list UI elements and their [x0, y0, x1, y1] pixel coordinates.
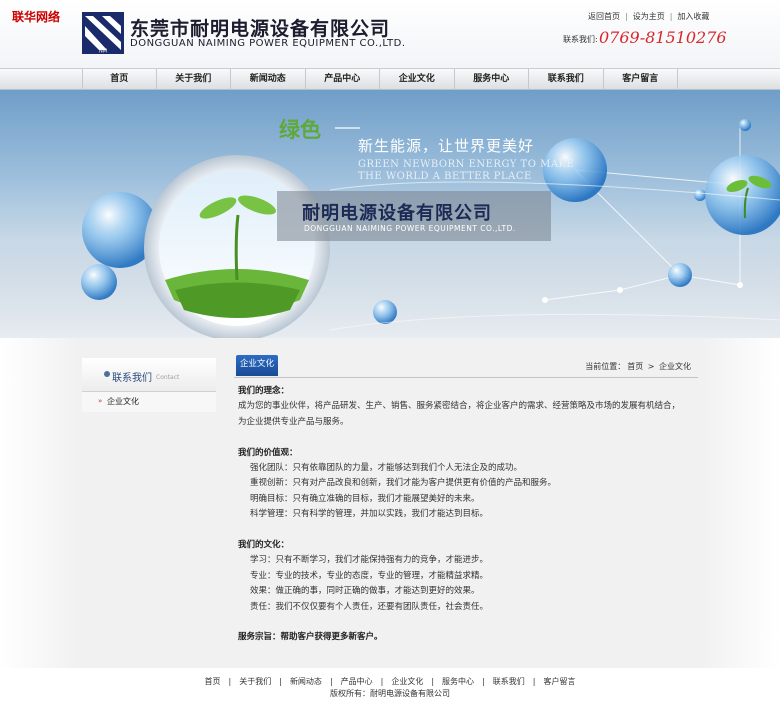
article-value-item: 科学管理：只有科学的管理，并加以实践，我们才能达到目标。: [250, 509, 489, 520]
main-nav: 首页 关于我们 新闻动态 产品中心 企业文化 服务中心 联系我们 客户留言: [0, 68, 780, 91]
add-favorite-link[interactable]: 加入收藏: [677, 12, 709, 21]
breadcrumb-label: 当前位置：: [585, 362, 626, 371]
company-name-en: DONGGUAN NAIMING POWER EQUIPMENT CO.,LTD…: [130, 38, 406, 49]
article-heading: 我们的理念：: [238, 386, 290, 396]
sidebar-title-en: Contact: [156, 374, 180, 381]
footer-link-message[interactable]: 客户留言: [543, 677, 575, 686]
article-paragraph: 成为您的事业伙伴，将产品研发、生产、销售、服务紧密结合，将企业客户的需求、经营策…: [238, 401, 681, 412]
watermark: 联华网络: [12, 10, 61, 24]
nav-item-about[interactable]: 关于我们: [157, 69, 231, 91]
section-header: 企业文化 当前位置： 首页 > 企业文化: [234, 355, 698, 378]
nav-item-news[interactable]: 新闻动态: [231, 69, 306, 91]
banner-slogan: 新生能源，让世界更美好: [358, 137, 535, 155]
footer-links: 首页 | 关于我们 | 新闻动态 | 产品中心 | 企业文化 | 服务中心 | 联系我们 | 客户留言: [204, 677, 576, 686]
nav-item-contact[interactable]: 联系我们: [529, 69, 604, 91]
phone-number: 0769-81510276: [599, 28, 727, 47]
sidebar-item-culture[interactable]: » 企业文化: [82, 392, 216, 412]
section-tab: 企业文化: [236, 355, 278, 376]
banner-company-name: 耐明电源设备有限公司: [302, 203, 492, 224]
article-heading: 我们的价值观：: [238, 447, 298, 458]
breadcrumb-separator-icon: >: [647, 362, 655, 371]
bullet-icon: [104, 371, 110, 377]
top-links: 返回首页 | 设为主页 | 加入收藏: [588, 12, 710, 21]
article-heading: 我们的文化：: [238, 540, 290, 551]
breadcrumb: 当前位置： 首页 > 企业文化: [584, 361, 692, 372]
footer-link-contact[interactable]: 联系我们: [493, 677, 525, 686]
footer-link-culture[interactable]: 企业文化: [391, 677, 423, 686]
banner-slogan-en-line2: THE WORLD A BETTER PLACE: [358, 171, 532, 182]
article-value-item: 强化团队：只有依靠团队的力量，才能够达到我们个人无法企及的成功。: [250, 463, 523, 474]
double-arrow-icon: »: [98, 397, 103, 405]
company-logo[interactable]: NM: [82, 12, 124, 54]
sidebar-header: 联系我们 Contact: [82, 358, 216, 392]
nav-item-products[interactable]: 产品中心: [306, 69, 380, 91]
svg-text:NM: NM: [99, 49, 107, 55]
hero-banner: 绿色 新生能源，让世界更美好 GREEN NEWBORN ENERGY TO M…: [0, 90, 780, 338]
banner-slogan-en-line1: GREEN NEWBORN ENERGY TO MAKE: [358, 159, 575, 170]
set-homepage-link[interactable]: 设为主页: [633, 12, 665, 21]
back-home-link[interactable]: 返回首页: [588, 12, 620, 21]
article-paragraph: 为企业提供专业产品与服务。: [238, 416, 349, 427]
footer-link-news[interactable]: 新闻动态: [290, 677, 322, 686]
footer-link-products[interactable]: 产品中心: [341, 677, 373, 686]
company-name-cn: 东莞市耐明电源设备有限公司: [130, 18, 391, 40]
nav-item-home[interactable]: 首页: [82, 69, 157, 91]
article-body: 我们的理念： 成为您的事业伙伴，将产品研发、生产、销售、服务紧密结合，将企业客户…: [238, 384, 698, 646]
footer-link-about[interactable]: 关于我们: [239, 677, 271, 686]
content-area: 联系我们 Contact » 企业文化 企业文化 当前位置： 首页 > 企业文化 …: [0, 338, 780, 668]
phone-label: 联系我们:: [563, 35, 598, 44]
banner-green-word: 绿色: [279, 118, 321, 142]
article-culture-item: 专业：专业的技术，专业的态度，专业的管理，才能精益求精。: [250, 570, 489, 581]
copyright: 版权所有：耐明电源设备有限公司: [330, 689, 450, 698]
footer-link-service[interactable]: 服务中心: [442, 677, 474, 686]
nav-item-message[interactable]: 客户留言: [604, 69, 678, 91]
site-header: NM 东莞市耐明电源设备有限公司 DONGGUAN NAIMING POWER …: [0, 0, 780, 68]
article-value-item: 明确目标：只有确立准确的目标，我们才能展望美好的未来。: [250, 493, 480, 504]
article-culture-item: 责任：我们不仅仅要有个人责任，还要有团队责任，社会责任。: [250, 601, 489, 612]
sidebar-title: 联系我们: [112, 373, 152, 384]
sidebar-item-label: 企业文化: [107, 397, 139, 406]
article-service-tenet: 服务宗旨：帮助客户获得更多新客户。: [238, 632, 383, 643]
footer-link-home[interactable]: 首页: [205, 677, 221, 686]
article-value-item: 重视创新：只有对产品改良和创新，我们才能为客户提供更有价值的产品和服务。: [250, 478, 557, 489]
article-culture-item: 效果：做正确的事，同时正确的做事，才能达到更好的效果。: [250, 586, 480, 597]
breadcrumb-current: 企业文化: [659, 362, 691, 371]
banner-company-name-en: DONGGUAN NAIMING POWER EQUIPMENT CO.,LTD…: [304, 224, 516, 233]
page: NM 东莞市耐明电源设备有限公司 DONGGUAN NAIMING POWER …: [0, 0, 780, 712]
nav-item-service[interactable]: 服务中心: [455, 69, 529, 91]
nav-item-culture[interactable]: 企业文化: [380, 69, 455, 91]
sidebar: 联系我们 Contact » 企业文化: [82, 358, 216, 414]
breadcrumb-home[interactable]: 首页: [627, 362, 643, 371]
article-culture-item: 学习：只有不断学习，我们才能保持强有力的竞争，才能进步。: [250, 555, 489, 566]
